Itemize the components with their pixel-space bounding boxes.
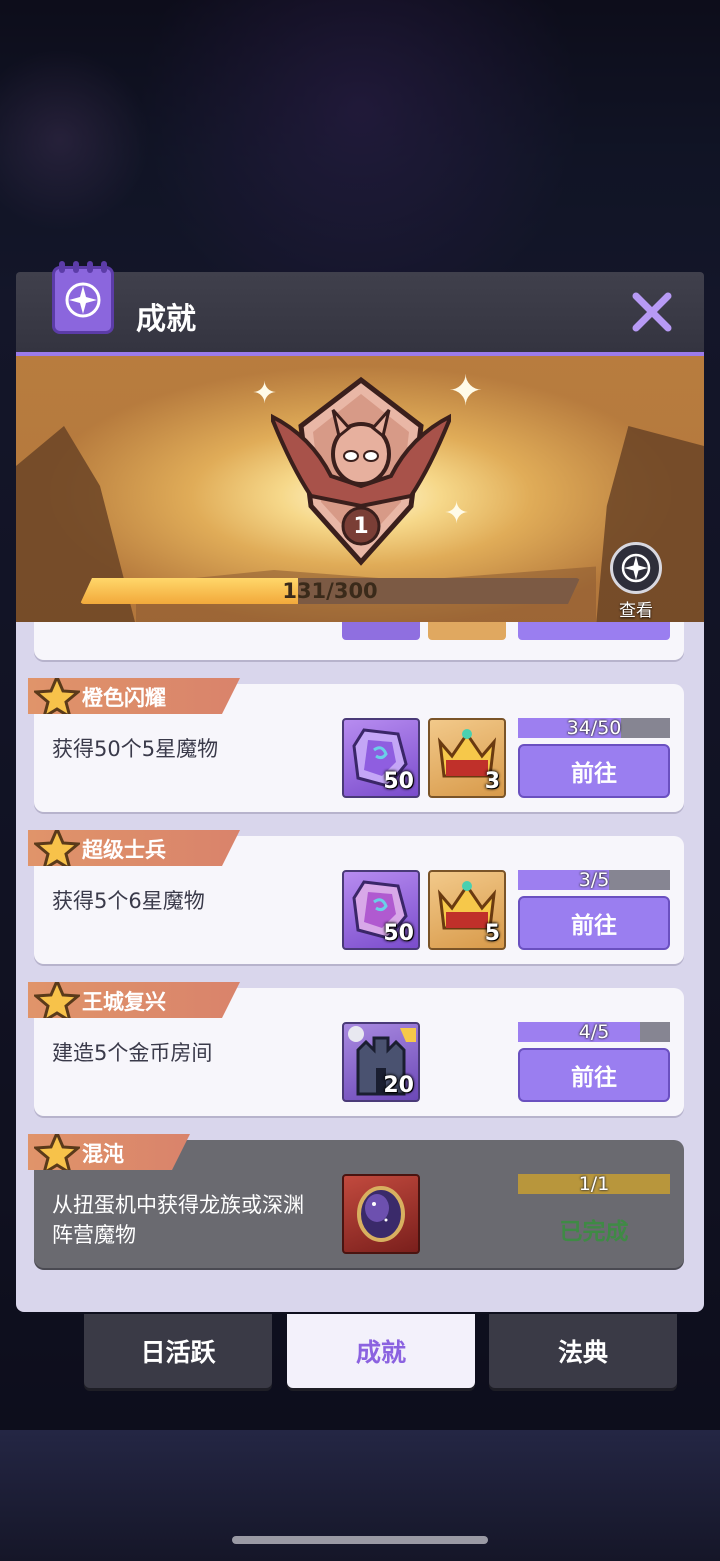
achievement-name: 橙色闪耀 <box>82 686 166 710</box>
reward-qty: 50 <box>383 769 414 794</box>
achievement-name: 混沌 <box>82 1142 124 1166</box>
view-button[interactable]: 查看 <box>606 542 666 622</box>
task-progress-bar: 34/50 <box>518 718 670 738</box>
view-label: 查看 <box>619 601 653 621</box>
achievement-card: 王城复兴 建造5个金币房间 20 4/5 前往 <box>34 988 684 1116</box>
dark-orb-icon <box>357 1186 405 1242</box>
task-progress-text: 3/5 <box>578 870 610 890</box>
close-icon <box>632 292 672 332</box>
star-icon <box>34 826 80 872</box>
achievement-card: 橙色闪耀 获得50个5星魔物 50 3 34/50 前往 <box>34 684 684 812</box>
achievement-desc: 获得50个5星魔物 <box>52 737 219 761</box>
achievement-panel: 成就 ✦ ✦ ✦ 1 131/300 查看 橙色闪耀 获得50个5星魔物 50 … <box>16 261 704 1312</box>
tab-daily-active[interactable]: 日活跃 <box>84 1314 272 1388</box>
panel-header: 成就 <box>16 261 704 356</box>
rank-level: 1 <box>353 514 369 539</box>
achievement-tag: 橙色闪耀 <box>28 678 240 714</box>
task-progress-text: 4/5 <box>578 1022 610 1042</box>
achievement-tag: 超级士兵 <box>28 830 240 866</box>
go-button[interactable]: 前往 <box>518 744 670 798</box>
achievement-progress-bar: 131/300 <box>80 578 580 604</box>
achievement-progress-text: 131/300 <box>282 579 378 603</box>
task-progress-bar: 4/5 <box>518 1022 670 1042</box>
panel-title: 成就 <box>136 302 196 337</box>
achievement-book-icon <box>52 261 114 334</box>
reward-item[interactable]: 20 <box>342 1022 420 1102</box>
go-button[interactable]: 前往 <box>518 896 670 950</box>
achievement-desc: 建造5个金币房间 <box>52 1041 213 1065</box>
reward-qty: 50 <box>383 921 414 946</box>
achievement-list[interactable]: 橙色闪耀 获得50个5星魔物 50 3 34/50 前往 超级士兵 获得5个6星… <box>16 622 704 1312</box>
compass-star-icon <box>621 553 651 583</box>
reward-qty: 5 <box>484 921 500 946</box>
tab-achievements[interactable]: 成就 <box>287 1314 475 1388</box>
list-item <box>34 622 684 660</box>
achievement-card: 超级士兵 获得5个6星魔物 50 5 3/5 前往 <box>34 836 684 964</box>
star-icon <box>34 1130 80 1176</box>
achievement-tag: 混沌 <box>28 1134 190 1170</box>
go-button[interactable]: 前往 <box>518 1048 670 1102</box>
achievement-desc: 从扭蛋机中获得龙族或深渊阵营魔物 <box>52 1193 304 1247</box>
reward-item[interactable]: 50 <box>342 718 420 798</box>
reward-item[interactable]: 5 <box>428 870 506 950</box>
tab-codex[interactable]: 法典 <box>489 1314 677 1388</box>
reward-item[interactable]: 3 <box>428 718 506 798</box>
task-progress-bar: 1/1 <box>518 1174 670 1194</box>
reward-qty: 3 <box>484 769 500 794</box>
go-button[interactable] <box>518 622 670 640</box>
home-indicator <box>232 1536 488 1544</box>
achievement-name: 王城复兴 <box>82 990 166 1014</box>
task-progress-bar: 3/5 <box>518 870 670 890</box>
task-progress-text: 34/50 <box>566 718 622 738</box>
star-icon <box>34 674 80 720</box>
sparkle-icon: ✦ <box>448 366 484 415</box>
tab-bar: 日活跃 成就 法典 <box>84 1314 678 1390</box>
reward-item[interactable]: 50 <box>342 870 420 950</box>
task-progress-text: 1/1 <box>578 1174 610 1194</box>
reward-item <box>428 622 506 640</box>
close-button[interactable] <box>630 290 674 334</box>
achievement-banner: ✦ ✦ ✦ 1 131/300 查看 <box>16 356 704 622</box>
achievement-tag: 王城复兴 <box>28 982 240 1018</box>
reward-item <box>342 622 420 640</box>
achievement-desc: 获得5个6星魔物 <box>52 889 205 913</box>
completed-status: 已完成 <box>559 1219 629 1245</box>
reward-qty: 20 <box>383 1073 414 1098</box>
achievement-card: 混沌 从扭蛋机中获得龙族或深渊阵营魔物 1/1 已完成 <box>34 1140 684 1268</box>
achievement-name: 超级士兵 <box>82 838 166 862</box>
reward-item[interactable] <box>342 1174 420 1254</box>
star-icon <box>34 978 80 1024</box>
